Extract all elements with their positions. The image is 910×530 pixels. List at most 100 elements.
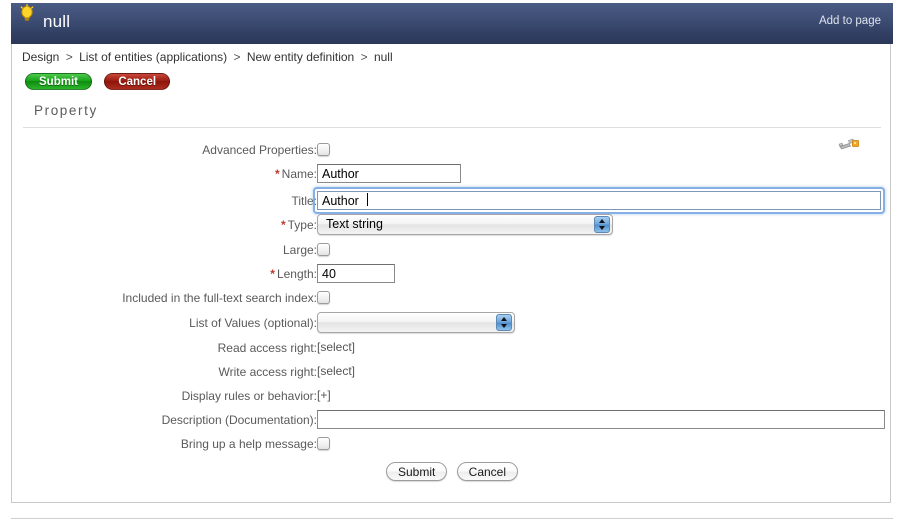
form-row-help-message: Bring up a help message:	[12, 434, 892, 458]
field-label-text: Title:	[291, 194, 317, 208]
field-label: * Type:	[281, 218, 317, 232]
field-label-text: Large:	[282, 243, 317, 257]
field-control	[317, 434, 330, 453]
form-row-length: * Length:	[12, 264, 892, 288]
breadcrumb-separator: >	[65, 50, 73, 64]
field-control: Text string	[317, 214, 613, 235]
chevron-up-icon	[599, 219, 605, 223]
page-root: null Add to page Design > List of entiti…	[0, 0, 910, 530]
action-toolbar: Submit Cancel	[25, 73, 171, 90]
field-label-text: Type:	[287, 218, 317, 232]
fulltext-index-checkbox[interactable]	[317, 291, 330, 304]
chevron-down-icon	[501, 324, 507, 328]
field-label: Large:	[283, 243, 317, 257]
field-label: Read access right:	[218, 341, 317, 355]
form-row-large: Large:	[12, 240, 892, 264]
field-control: [select]	[317, 338, 355, 357]
submit-pill-button[interactable]: Submit	[25, 73, 92, 90]
field-control: [select]	[317, 362, 355, 381]
field-label-text: Read access right:	[217, 341, 317, 355]
field-label-text: Name:	[281, 167, 317, 181]
window-title: null	[43, 12, 71, 31]
cancel-pill-button[interactable]: Cancel	[104, 73, 171, 90]
type-select[interactable]: Text string	[317, 214, 613, 235]
add-to-page-link[interactable]: Add to page	[819, 15, 881, 27]
breadcrumb: Design > List of entities (applications)…	[22, 50, 393, 64]
description-input[interactable]	[317, 410, 885, 429]
cancel-button[interactable]: Cancel	[456, 462, 519, 481]
form-row-write-access-right: Write access right: [select]	[12, 362, 892, 386]
field-label: Display rules or behavior:	[182, 389, 317, 403]
breadcrumb-item-2[interactable]: New entity definition	[247, 50, 354, 64]
field-label-text: Display rules or behavior:	[181, 389, 317, 403]
chevron-down-icon	[599, 226, 605, 230]
breadcrumb-item-3: null	[373, 50, 393, 64]
field-control	[315, 189, 883, 212]
form-row-title: Title:	[12, 188, 892, 214]
property-form: Advanced Properties: *Name: Title:	[12, 140, 892, 458]
field-control	[317, 312, 515, 333]
required-marker: *	[274, 167, 280, 181]
form-row-fulltext-index: Included in the full-text search index:	[12, 288, 892, 312]
form-row-description: Description (Documentation):	[12, 410, 892, 434]
text-cursor	[367, 193, 368, 206]
field-control: [+]	[317, 386, 331, 405]
form-footer-buttons: Submit Cancel	[12, 462, 892, 481]
field-label: * Length:	[270, 267, 317, 281]
select-stepper-arrows[interactable]	[594, 216, 610, 233]
field-label: List of Values (optional):	[189, 316, 317, 330]
field-label: Included in the full-text search index:	[122, 291, 317, 305]
field-label: Write access right:	[219, 365, 317, 379]
field-control	[317, 410, 885, 429]
form-row-list-of-values: List of Values (optional):	[12, 312, 892, 338]
required-marker: *	[280, 218, 286, 232]
help-message-checkbox[interactable]	[317, 437, 330, 450]
field-control	[317, 240, 330, 259]
content-card: Design > List of entities (applications)…	[11, 44, 891, 503]
breadcrumb-item-0[interactable]: Design	[22, 50, 59, 64]
name-input[interactable]	[317, 164, 461, 183]
page-bottom-divider	[11, 518, 893, 519]
window-header: null Add to page	[11, 3, 893, 44]
field-label: Advanced Properties:	[202, 143, 317, 157]
field-label: Description (Documentation):	[162, 413, 317, 427]
write-access-right-select-link[interactable]: [select]	[317, 364, 355, 378]
form-row-type: * Type: Text string	[12, 214, 892, 240]
submit-button[interactable]: Submit	[385, 462, 448, 481]
list-of-values-select[interactable]	[317, 312, 515, 333]
form-row-advanced-properties: Advanced Properties:	[12, 140, 892, 164]
field-label-text: Included in the full-text search index:	[122, 291, 317, 305]
field-label: Title:	[291, 194, 317, 208]
length-input[interactable]	[317, 264, 395, 283]
type-select-value: Text string	[326, 217, 383, 231]
lightbulb-icon	[20, 4, 34, 21]
section-divider	[23, 127, 881, 128]
form-row-name: * Name:	[12, 164, 892, 188]
field-label-text: List of Values (optional):	[189, 316, 317, 330]
field-label: * Name:	[275, 167, 317, 181]
field-control	[317, 288, 330, 307]
field-label-text: Advanced Properties:	[202, 143, 317, 157]
advanced-properties-checkbox[interactable]	[317, 143, 330, 156]
form-row-read-access-right: Read access right: [select]	[12, 338, 892, 362]
field-label-text: Write access right:	[218, 365, 317, 379]
page-title: Property	[34, 103, 98, 118]
field-control	[317, 164, 461, 183]
display-rules-expand-link[interactable]: [+]	[317, 388, 331, 402]
required-marker: *	[270, 267, 275, 281]
breadcrumb-item-1[interactable]: List of entities (applications)	[79, 50, 227, 64]
select-stepper-arrows[interactable]	[496, 314, 512, 331]
title-input[interactable]	[317, 191, 881, 210]
breadcrumb-separator: >	[360, 50, 368, 64]
title-input-focus-ring	[315, 189, 883, 212]
field-control	[317, 264, 395, 283]
field-label-text: Length:	[276, 267, 317, 281]
field-label-text: Bring up a help message:	[180, 437, 317, 451]
large-checkbox[interactable]	[317, 243, 330, 256]
read-access-right-select-link[interactable]: [select]	[317, 340, 355, 354]
breadcrumb-separator: >	[233, 50, 241, 64]
field-label-text: Description (Documentation):	[161, 413, 317, 427]
field-control	[317, 140, 330, 159]
field-label: Bring up a help message:	[181, 437, 317, 451]
form-row-display-rules: Display rules or behavior: [+]	[12, 386, 892, 410]
